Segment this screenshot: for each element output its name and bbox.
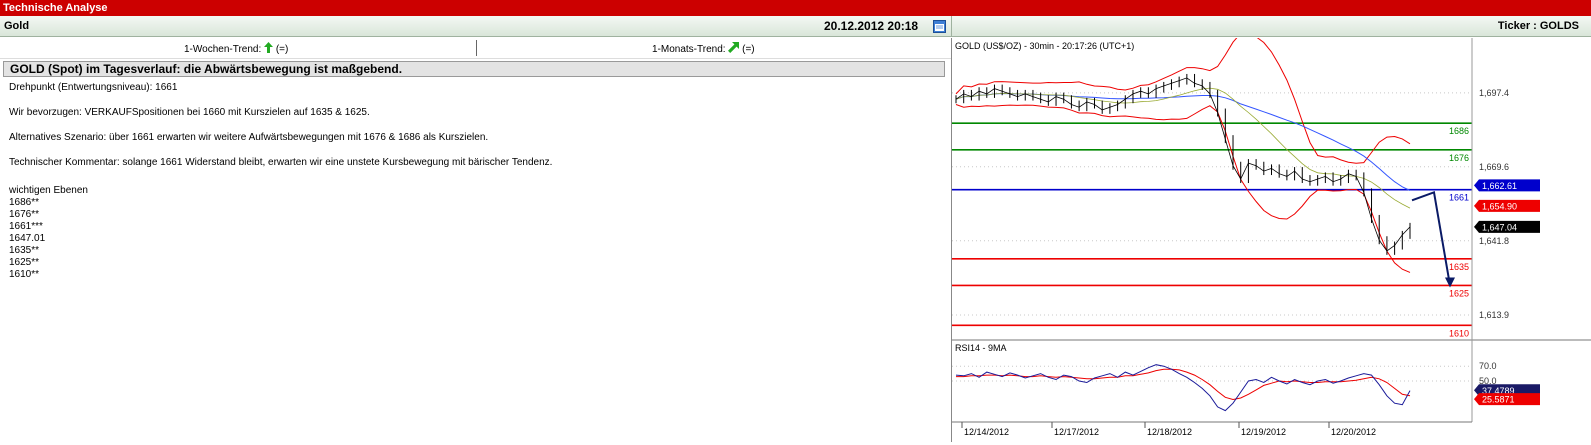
month-trend-suffix: (=) xyxy=(742,44,755,55)
trend-divider xyxy=(476,40,477,56)
chart-panel[interactable]: GOLD (US$/OZ) - 30min - 20:17:26 (UTC+1)… xyxy=(951,32,1591,442)
week-trend: 1-Wochen-Trend: (=) xyxy=(184,42,288,56)
x-tick-label: 12/19/2012 xyxy=(1241,427,1286,437)
level-item: 1647.01 xyxy=(9,233,46,244)
level-label: 1686 xyxy=(1449,126,1469,136)
instrument-header: Gold 20.12.2012 20:18 Ticker : GOLDS xyxy=(0,16,1591,37)
level-label: 1661 xyxy=(1449,193,1469,203)
technical-comment-text: Technischer Kommentar: solange 1661 Wide… xyxy=(9,157,553,168)
price-chart[interactable]: GOLD (US$/OZ) - 30min - 20:17:26 (UTC+1)… xyxy=(952,32,1591,442)
x-tick-label: 12/18/2012 xyxy=(1147,427,1192,437)
y-tick-label: 1,613.9 xyxy=(1479,310,1509,320)
levels-title: wichtigen Ebenen xyxy=(9,185,88,196)
level-item: 1610** xyxy=(9,269,40,280)
level-label: 1676 xyxy=(1449,153,1469,163)
week-trend-label: 1-Wochen-Trend: xyxy=(184,44,262,55)
header-divider xyxy=(951,16,952,37)
level-item: 1676** xyxy=(9,209,40,220)
ticker-label: Ticker : GOLDS xyxy=(1497,20,1579,32)
calendar-icon[interactable] xyxy=(933,20,946,33)
x-tick-label: 12/14/2012 xyxy=(964,427,1009,437)
rsi-tick-label: 70.0 xyxy=(1479,361,1497,371)
instrument-name: Gold xyxy=(4,20,30,32)
month-trend: 1-Monats-Trend: (=) xyxy=(652,42,755,56)
rsi-title: RSI14 - 9MA xyxy=(955,343,1007,353)
level-label: 1610 xyxy=(1449,328,1469,338)
week-trend-suffix: (=) xyxy=(275,44,289,55)
level-label: 1635 xyxy=(1449,262,1469,272)
y-tick-label: 1,641.8 xyxy=(1479,236,1509,246)
band-value-tag: 1,654.90 xyxy=(1482,201,1517,211)
level-item: 1625** xyxy=(9,257,40,268)
arrow-up-right-icon xyxy=(728,42,740,56)
report-datetime: 20.12.2012 20:18 xyxy=(824,19,919,33)
x-tick-label: 12/17/2012 xyxy=(1054,427,1099,437)
month-trend-label: 1-Monats-Trend: xyxy=(652,44,726,55)
level-label: 1625 xyxy=(1449,288,1469,298)
preferred-scenario-text: Wir bevorzugen: VERKAUFSpositionen bei 1… xyxy=(9,107,370,118)
pivot-text: Drehpunkt (Entwertungsniveau): 1661 xyxy=(9,82,178,93)
window-title: Technische Analyse xyxy=(0,0,1591,16)
y-tick-label: 1,697.4 xyxy=(1479,88,1509,98)
level-item: 1661*** xyxy=(9,221,43,232)
alternative-scenario-text: Alternatives Szenario: über 1661 erwarte… xyxy=(9,132,489,143)
price-chart-title: GOLD (US$/OZ) - 30min - 20:17:26 (UTC+1) xyxy=(955,41,1134,51)
rsi-ma-value-tag: 25.5871 xyxy=(1482,395,1515,405)
level-item: 1686** xyxy=(9,197,40,208)
current-price-tag: 1,647.04 xyxy=(1482,222,1517,232)
analysis-headline: GOLD (Spot) im Tagesverlauf: die Abwärts… xyxy=(3,61,945,77)
x-tick-label: 12/20/2012 xyxy=(1331,427,1376,437)
moving-average-value-tag: 1,662.61 xyxy=(1482,181,1517,191)
trend-row: 1-Wochen-Trend: (=) 1-Monats-Trend: (=) xyxy=(0,38,951,59)
y-tick-label: 1,669.6 xyxy=(1479,162,1509,172)
level-item: 1635** xyxy=(9,245,40,256)
arrow-up-icon xyxy=(264,42,274,56)
